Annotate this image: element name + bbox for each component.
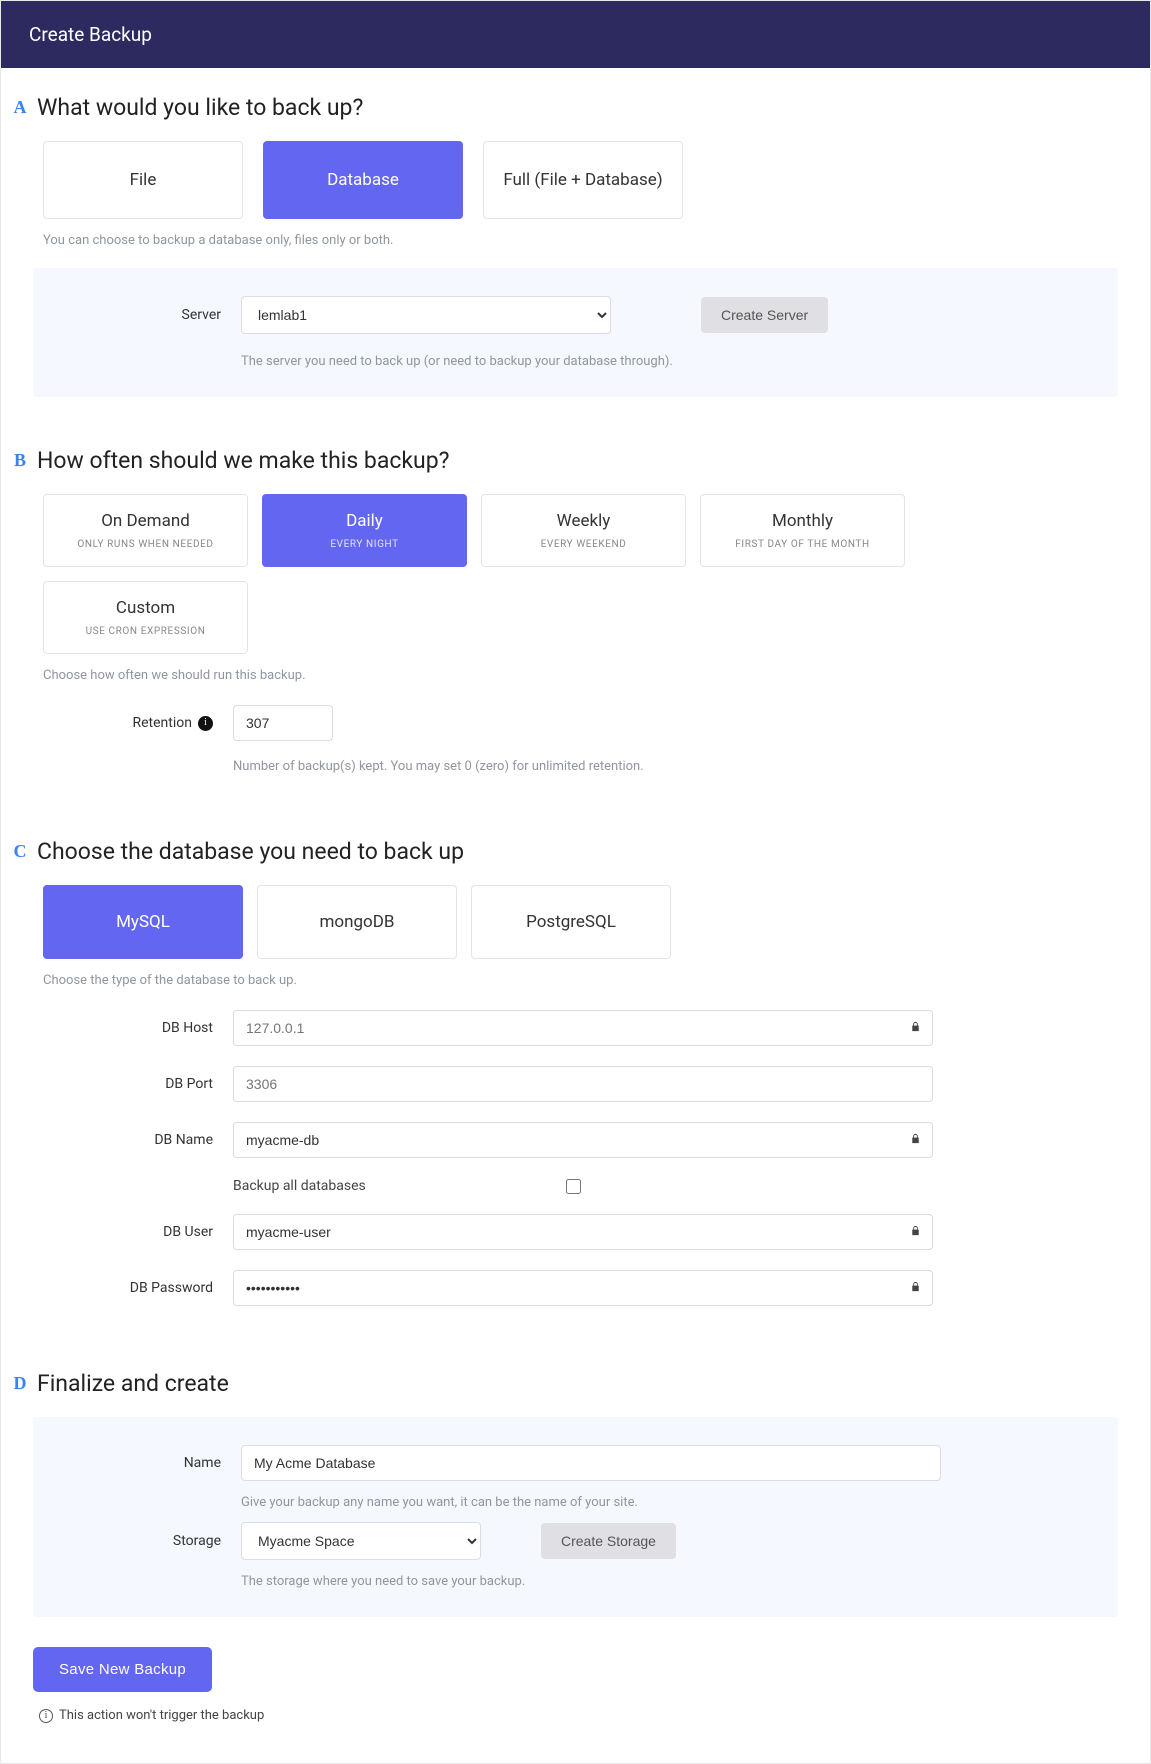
section-c-title: C Choose the database you need to back u…: [9, 838, 1142, 865]
step-a-heading: What would you like to back up?: [37, 94, 363, 121]
name-label: Name: [51, 1455, 221, 1471]
db-type-postgresql[interactable]: PostgreSQL: [471, 885, 671, 959]
save-backup-button[interactable]: Save New Backup: [33, 1647, 212, 1692]
freq-on-demand[interactable]: On Demand ONLY RUNS WHEN NEEDED: [43, 494, 248, 567]
storage-help: The storage where you need to save your …: [241, 1574, 941, 1589]
storage-select[interactable]: Myacme Space: [241, 1522, 481, 1560]
name-help: Give your backup any name you want, it c…: [241, 1495, 941, 1510]
page-title: Create Backup: [29, 23, 152, 46]
storage-label: Storage: [51, 1533, 221, 1549]
freq-help: Choose how often we should run this back…: [9, 654, 1142, 691]
step-c-heading: Choose the database you need to back up: [37, 838, 464, 865]
db-host-input[interactable]: [233, 1010, 933, 1046]
page-header: Create Backup: [1, 1, 1150, 68]
backup-all-label: Backup all databases: [233, 1178, 366, 1194]
step-letter-c: C: [9, 841, 31, 863]
create-server-button[interactable]: Create Server: [701, 297, 828, 333]
lock-icon: [910, 1021, 921, 1036]
db-user-input[interactable]: [233, 1214, 933, 1250]
freq-monthly[interactable]: Monthly FIRST DAY OF THE MONTH: [700, 494, 905, 567]
info-icon[interactable]: i: [198, 716, 213, 731]
db-password-input[interactable]: [233, 1270, 933, 1306]
server-help: The server you need to back up (or need …: [241, 354, 941, 369]
db-type-help: Choose the type of the database to back …: [9, 959, 1142, 996]
db-type-mongodb[interactable]: mongoDB: [257, 885, 457, 959]
step-d-heading: Finalize and create: [37, 1370, 229, 1397]
db-user-label: DB User: [43, 1224, 213, 1240]
db-name-input[interactable]: [233, 1122, 933, 1158]
submit-note: i This action won't trigger the backup: [9, 1702, 1142, 1743]
freq-custom[interactable]: Custom USE CRON EXPRESSION: [43, 581, 248, 654]
freq-weekly[interactable]: Weekly EVERY WEEKEND: [481, 494, 686, 567]
section-b-title: B How often should we make this backup?: [9, 447, 1142, 474]
retention-label: Retention: [133, 715, 193, 731]
step-b-heading: How often should we make this backup?: [37, 447, 450, 474]
db-host-label: DB Host: [43, 1020, 213, 1036]
db-port-label: DB Port: [43, 1076, 213, 1092]
server-select[interactable]: lemlab1: [241, 296, 611, 334]
freq-daily[interactable]: Daily EVERY NIGHT: [262, 494, 467, 567]
retention-help: Number of backup(s) kept. You may set 0 …: [233, 759, 933, 774]
step-letter-a: A: [9, 97, 31, 119]
lock-icon: [910, 1225, 921, 1240]
db-password-label: DB Password: [43, 1280, 213, 1296]
lock-icon: [910, 1281, 921, 1296]
server-panel: Server lemlab1 Create Server The server …: [33, 268, 1118, 397]
step-letter-d: D: [9, 1373, 31, 1395]
lock-icon: [910, 1133, 921, 1148]
server-label: Server: [51, 307, 221, 323]
db-type-mysql[interactable]: MySQL: [43, 885, 243, 959]
backup-type-help: You can choose to backup a database only…: [9, 219, 1142, 256]
db-name-label: DB Name: [43, 1132, 213, 1148]
backup-type-database[interactable]: Database: [263, 141, 463, 219]
retention-input[interactable]: [233, 705, 333, 741]
section-d-title: D Finalize and create: [9, 1370, 1142, 1397]
info-icon: i: [39, 1709, 53, 1723]
backup-all-checkbox[interactable]: [566, 1179, 581, 1194]
backup-name-input[interactable]: [241, 1445, 941, 1481]
finalize-panel: Name Give your backup any name you want,…: [33, 1417, 1118, 1617]
backup-type-file[interactable]: File: [43, 141, 243, 219]
step-letter-b: B: [9, 450, 31, 472]
section-a-title: A What would you like to back up?: [9, 94, 1142, 121]
db-port-input[interactable]: [233, 1066, 933, 1102]
backup-type-full[interactable]: Full (File + Database): [483, 141, 683, 219]
create-storage-button[interactable]: Create Storage: [541, 1523, 676, 1559]
